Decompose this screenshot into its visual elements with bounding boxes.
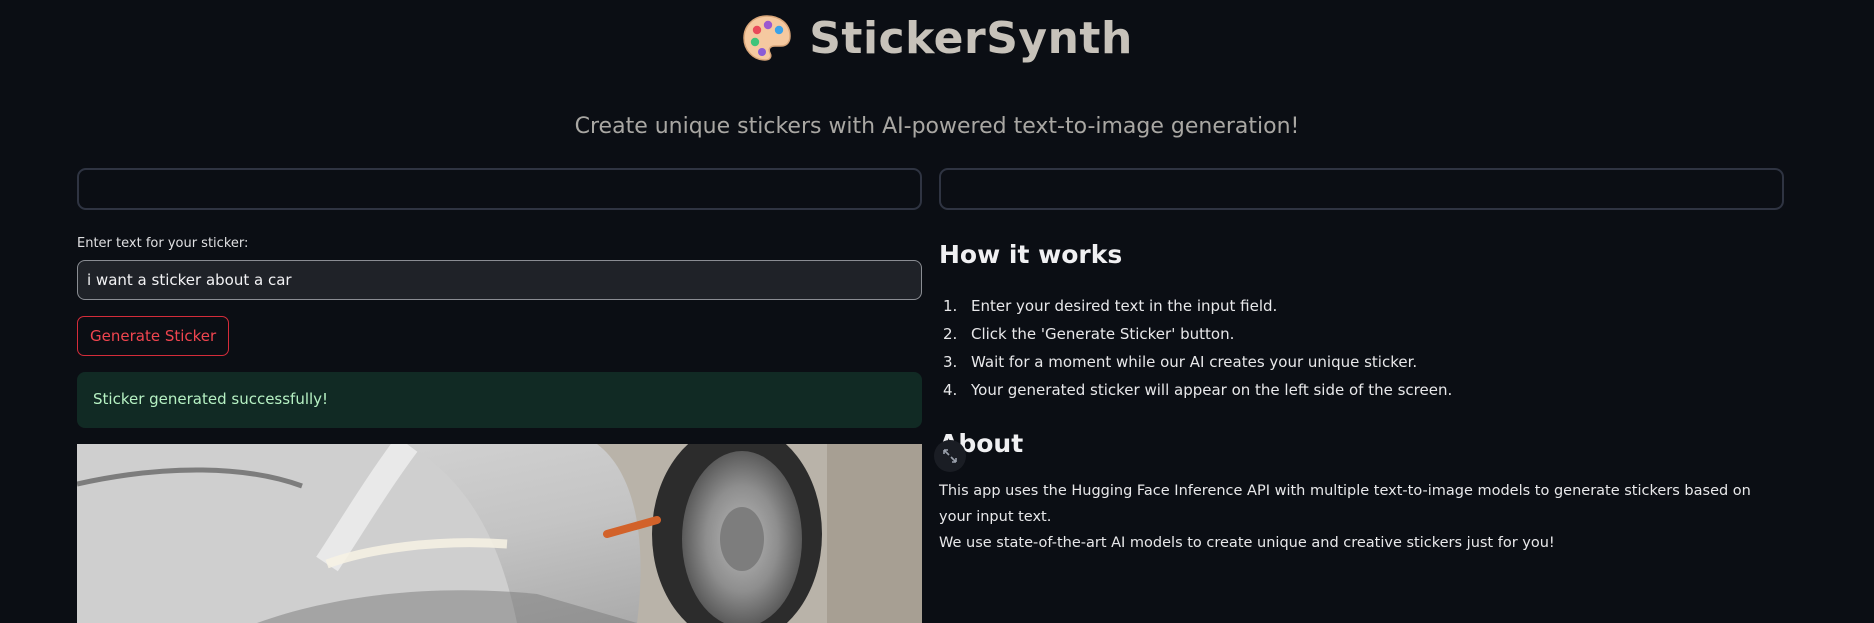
car-image-drawing xyxy=(77,444,922,623)
about-line: We use state-of-the-art AI models to cre… xyxy=(939,535,1555,551)
empty-container-left xyxy=(77,168,922,210)
car-sticker-image xyxy=(77,444,922,623)
how-it-works-heading: How it works xyxy=(939,240,1123,269)
step-text: Wait for a moment while our AI creates y… xyxy=(971,353,1418,371)
generate-sticker-button[interactable]: Generate Sticker xyxy=(77,316,230,356)
step-number: 2. xyxy=(943,325,958,343)
list-item: 4. Your generated sticker will appear on… xyxy=(939,376,1779,404)
sticker-text-input[interactable] xyxy=(77,260,922,300)
palette-icon xyxy=(743,15,791,61)
steps-list: 1. Enter your desired text in the input … xyxy=(939,292,1779,404)
app-title: StickerSynth xyxy=(809,12,1133,64)
about-text: This app uses the Hugging Face Inference… xyxy=(939,478,1784,556)
step-text: Click the 'Generate Sticker' button. xyxy=(971,325,1235,343)
app-subtitle: Create unique stickers with AI-powered t… xyxy=(574,114,1300,139)
app-page: StickerSynth Create unique stickers with… xyxy=(0,0,1874,623)
list-item: 3. Wait for a moment while our AI create… xyxy=(939,348,1779,376)
sticker-text-label: Enter text for your sticker: xyxy=(77,236,249,251)
step-number: 4. xyxy=(943,381,958,399)
empty-container-right xyxy=(939,168,1784,210)
expand-arrows-icon xyxy=(943,449,957,463)
step-number: 3. xyxy=(943,353,958,371)
success-alert: Sticker generated successfully! xyxy=(77,372,922,428)
step-number: 1. xyxy=(943,297,958,315)
list-item: 2. Click the 'Generate Sticker' button. xyxy=(939,320,1779,348)
list-item: 1. Enter your desired text in the input … xyxy=(939,292,1779,320)
step-text: Your generated sticker will appear on th… xyxy=(971,381,1453,399)
about-line: This app uses the Hugging Face Inference… xyxy=(939,483,1751,525)
expand-icon[interactable] xyxy=(934,440,966,472)
app-header: StickerSynth xyxy=(0,12,1874,64)
step-text: Enter your desired text in the input fie… xyxy=(971,297,1278,315)
